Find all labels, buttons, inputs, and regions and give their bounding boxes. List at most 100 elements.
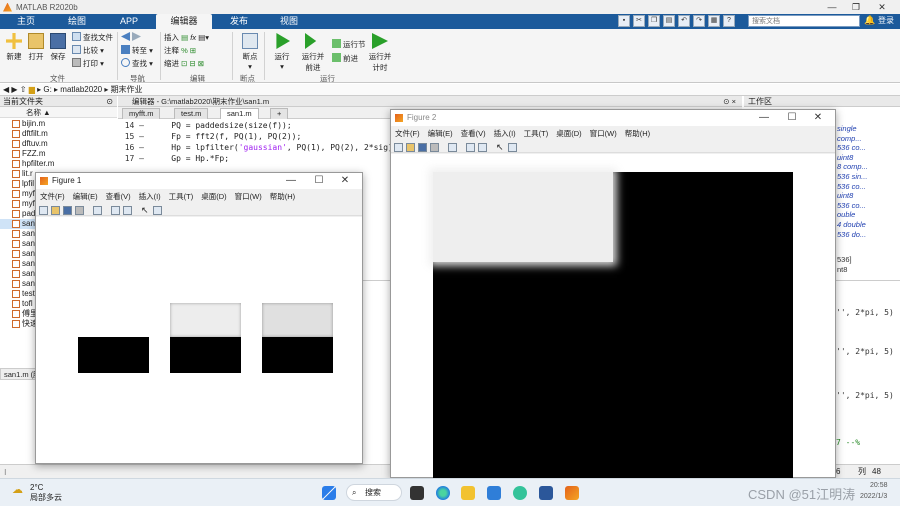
figure-2-maximize-button[interactable]: ☐	[779, 110, 805, 126]
tab-home[interactable]: 主页	[6, 14, 46, 29]
menu-desktop[interactable]: 桌面(D)	[556, 128, 581, 140]
menu-insert[interactable]: 插入(I)	[494, 128, 516, 140]
figure-1-canvas[interactable]	[36, 217, 362, 463]
run-button[interactable]: 运行 ▾	[270, 33, 294, 71]
insert-button[interactable]: 插入 ▤ fx ▤▾	[164, 32, 209, 43]
editor-tab-myfft[interactable]: myfft.m	[122, 108, 161, 119]
code-editor[interactable]: 14 — PQ = paddedsize(size(f)); 15 — Fp = …	[118, 119, 398, 179]
file-list-item[interactable]: dftfilt.m	[0, 129, 117, 139]
comment-button[interactable]: 注释 % ⊞	[164, 45, 196, 56]
find-button[interactable]: 查找 ▾	[121, 58, 153, 69]
figure-1-close-button[interactable]: ✕	[332, 173, 358, 189]
code-line[interactable]: 17 — Gp = Hp.*Fp;	[118, 153, 229, 164]
figure-1-maximize-button[interactable]: ☐	[306, 173, 332, 189]
name-column-header[interactable]: 名称 ▲	[0, 107, 117, 118]
word-icon[interactable]	[539, 486, 553, 500]
menu-insert[interactable]: 插入(I)	[139, 191, 161, 203]
file-list-item[interactable]: FZZ.m	[0, 149, 117, 159]
figure-2-window[interactable]: Figure 2 — ☐ ✕ 文件(F) 编辑(E) 查看(V) 插入(I) 工…	[390, 109, 836, 482]
find-files-button[interactable]: 查找文件	[72, 32, 113, 43]
editor-panel-menu-icon[interactable]: ⊙ ×	[723, 96, 736, 107]
redo-icon[interactable]: ↷	[693, 15, 705, 27]
tab-apps[interactable]: APP	[108, 14, 150, 29]
save-figure-icon[interactable]	[63, 206, 72, 215]
link-plot-icon[interactable]	[448, 143, 457, 152]
switch-windows-icon[interactable]: ▦	[708, 15, 720, 27]
cut-icon[interactable]: ✂	[633, 15, 645, 27]
link-plot-icon[interactable]	[93, 206, 102, 215]
address-bar[interactable]: ◀ ▶ ⇧ ▆ ▸ G: ▸ matlab2020 ▸ 期末作业	[0, 84, 900, 96]
code-line[interactable]: 14 — PQ = paddedsize(size(f));	[118, 120, 292, 131]
windows-start-icon[interactable]	[322, 486, 336, 500]
workspace-item-class[interactable]: 536 co...	[837, 182, 866, 191]
advance-button[interactable]: 前进	[332, 53, 358, 64]
property-inspector-icon[interactable]	[153, 206, 162, 215]
run-and-time-button[interactable]: 运行并计时	[366, 33, 394, 73]
goto-button[interactable]: 转至 ▾	[121, 45, 153, 56]
menu-desktop[interactable]: 桌面(D)	[201, 191, 226, 203]
pointer-icon[interactable]: ↖	[496, 143, 505, 152]
clock-date[interactable]: 2022/1/3	[860, 493, 887, 500]
workspace-item-class[interactable]: 536 sin...	[837, 172, 867, 181]
panel-menu-icon[interactable]: ⊙	[106, 96, 113, 107]
login-link[interactable]: 登录	[878, 15, 894, 26]
menu-window[interactable]: 窗口(W)	[235, 191, 262, 203]
menu-file[interactable]: 文件(F)	[40, 191, 65, 203]
save-figure-icon[interactable]	[418, 143, 427, 152]
property-inspector-icon[interactable]	[508, 143, 517, 152]
file-explorer-icon[interactable]	[461, 486, 475, 500]
breadcrumb-segment-final-work[interactable]: 期末作业	[111, 85, 143, 94]
run-and-advance-button[interactable]: 运行并前进	[299, 33, 327, 73]
help-icon[interactable]: ?	[723, 15, 735, 27]
print-button[interactable]: 打印 ▾	[72, 58, 104, 69]
new-button[interactable]: 新建	[2, 33, 26, 62]
browse-folder-icon[interactable]: ▆	[29, 85, 35, 94]
breadcrumb-segment-matlab2020[interactable]: matlab2020	[60, 85, 102, 94]
workspace-item-class[interactable]: 536 co...	[837, 201, 866, 210]
new-tab-button[interactable]: +	[270, 108, 289, 119]
new-figure-icon[interactable]	[394, 143, 403, 152]
file-list-item[interactable]: dftuv.m	[0, 139, 117, 149]
menu-file[interactable]: 文件(F)	[395, 128, 420, 140]
forward-nav-icon[interactable]: ▶	[11, 85, 17, 94]
figure-1-window[interactable]: Figure 1 — ☐ ✕ 文件(F) 编辑(E) 查看(V) 插入(I) 工…	[35, 172, 363, 464]
breakpoints-button[interactable]: 断点 ▾	[238, 33, 262, 71]
menu-view[interactable]: 查看(V)	[461, 128, 486, 140]
up-folder-icon[interactable]: ⇧	[20, 85, 27, 94]
menu-window[interactable]: 窗口(W)	[590, 128, 617, 140]
matlab-taskbar-icon[interactable]	[565, 486, 579, 500]
open-file-icon[interactable]	[51, 206, 60, 215]
print-figure-icon[interactable]	[430, 143, 439, 152]
figure-2-close-button[interactable]: ✕	[805, 110, 831, 126]
tab-publish[interactable]: 发布	[218, 14, 260, 29]
menu-edit[interactable]: 编辑(E)	[428, 128, 453, 140]
breadcrumb-segment-drive[interactable]: G:	[43, 85, 51, 94]
print-figure-icon[interactable]	[75, 206, 84, 215]
file-list-item[interactable]: hpfilter.m	[0, 159, 117, 169]
search-docs-input[interactable]: 搜索文档	[748, 15, 860, 27]
notification-bell-icon[interactable]: 🔔	[864, 15, 875, 26]
workspace-item-size[interactable]: 536]	[837, 255, 852, 264]
tab-editor[interactable]: 编辑器	[156, 14, 212, 29]
legend-icon[interactable]	[478, 143, 487, 152]
figure-1-minimize-button[interactable]: —	[278, 173, 304, 189]
tab-plots[interactable]: 绘图	[56, 14, 98, 29]
paste-icon[interactable]: ▤	[663, 15, 675, 27]
workspace-item-class[interactable]: uint8	[837, 153, 853, 162]
run-section-button[interactable]: 运行节	[332, 39, 366, 50]
undo-icon[interactable]: ↶	[678, 15, 690, 27]
legend-icon[interactable]	[123, 206, 132, 215]
menu-view[interactable]: 查看(V)	[106, 191, 131, 203]
minimize-button[interactable]: —	[820, 0, 844, 14]
open-button[interactable]: 打开	[24, 33, 48, 62]
workspace-item-class[interactable]: ouble	[837, 210, 855, 219]
copy-icon[interactable]: ❐	[648, 15, 660, 27]
save-button[interactable]: 保存	[46, 33, 70, 62]
menu-edit[interactable]: 编辑(E)	[73, 191, 98, 203]
workspace-item-class[interactable]: 8 comp...	[837, 162, 868, 171]
menu-tools[interactable]: 工具(T)	[169, 191, 194, 203]
workspace-item-class[interactable]: comp...	[837, 134, 862, 143]
workspace-item-class[interactable]: 536 do...	[837, 230, 866, 239]
workspace-item-class[interactable]: single	[837, 124, 857, 133]
edge-browser-icon[interactable]	[436, 486, 450, 500]
